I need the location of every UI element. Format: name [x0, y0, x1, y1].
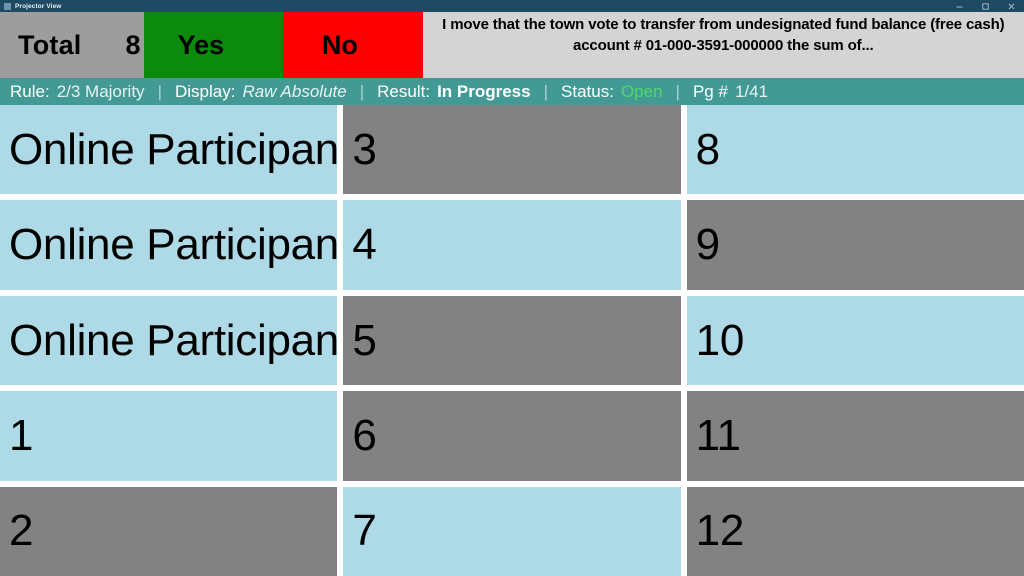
voter-cell-label: 6	[352, 410, 377, 460]
voter-cell-label: Online Participant	[9, 220, 338, 270]
voter-cell-label: 1	[9, 410, 34, 460]
voter-cell[interactable]: 2	[0, 486, 338, 576]
voter-cell-label: Online Participant	[9, 124, 338, 174]
status-state: Status: Open	[561, 82, 663, 102]
window-titlebar: Projector View	[0, 0, 1024, 12]
voter-cell-label: 5	[352, 315, 377, 365]
close-icon[interactable]	[998, 0, 1024, 12]
rule-value: 2/3 Majority	[56, 81, 145, 101]
window-title: Projector View	[15, 2, 62, 10]
voter-cell[interactable]: 3	[343, 105, 681, 195]
voter-cell-label: 3	[352, 124, 377, 174]
display-label: Display:	[174, 81, 236, 101]
yes-panel: Yes	[144, 12, 284, 78]
total-count: 8	[125, 29, 141, 60]
display-value: Raw Absolute	[242, 81, 347, 101]
voter-grid: Online Participant Online Participant Onli…	[0, 105, 1024, 576]
vote-tally-bar: Total 8 Yes No I move that the town vote…	[0, 12, 1024, 78]
status-label: Status:	[561, 81, 614, 101]
status-page: Pg # 1/41	[693, 82, 768, 102]
voter-cell-label: 4	[352, 220, 377, 270]
status-result: Result: In Progress	[377, 82, 530, 102]
status-divider-1: |	[157, 81, 162, 101]
projector-view-window: Projector View Total 8 Yes No I move tha…	[0, 0, 1024, 576]
voter-cell[interactable]: 6	[343, 391, 681, 481]
status-divider-2: |	[359, 81, 365, 101]
voter-cell[interactable]: 9	[686, 200, 1024, 290]
voter-cell[interactable]: Online Participant	[0, 200, 338, 290]
voter-column: 8 9 10 11 12	[686, 105, 1024, 576]
no-panel: No	[283, 12, 423, 78]
voter-cell[interactable]: 7	[343, 486, 681, 576]
voter-cell-label: 12	[695, 506, 745, 556]
voter-cell[interactable]: 1	[0, 391, 338, 481]
motion-text: I move that the town vote to transfer fr…	[442, 16, 1005, 54]
voter-cell[interactable]: Online Participant	[0, 295, 338, 386]
voter-cell[interactable]: 11	[686, 391, 1024, 481]
voter-cell[interactable]: 8	[686, 105, 1024, 195]
voter-cell[interactable]: 12	[686, 486, 1024, 576]
voter-cell-label: 9	[695, 220, 720, 270]
voter-cell-label: 2	[9, 506, 34, 556]
maximize-icon[interactable]	[972, 0, 998, 12]
no-label: No	[321, 29, 358, 60]
result-label: Result:	[377, 81, 431, 101]
status-rule: Rule: 2/3 Majority	[10, 82, 145, 102]
total-label: Total	[18, 29, 82, 60]
app-icon	[4, 2, 11, 10]
voter-cell-label: 10	[695, 315, 745, 365]
status-bar: Rule: 2/3 Majority | Display: Raw Absolu…	[0, 78, 1024, 105]
voter-column: Online Participant Online Participant Onli…	[0, 105, 338, 576]
page-value: 1/41	[734, 81, 769, 101]
status-divider-4: |	[675, 81, 680, 101]
total-panel: Total 8	[0, 12, 145, 78]
voter-cell[interactable]: 4	[343, 200, 681, 290]
voter-cell[interactable]: 5	[343, 295, 681, 386]
voter-cell-label: Online Participant	[9, 315, 338, 365]
voter-cell-label: 7	[352, 506, 377, 556]
motion-panel: I move that the town vote to transfer fr…	[422, 12, 1024, 78]
minimize-icon[interactable]	[946, 0, 972, 12]
yes-label: Yes	[177, 29, 225, 60]
status-badge: Open	[620, 81, 663, 101]
voter-cell[interactable]: 10	[686, 295, 1024, 386]
status-divider-3: |	[543, 81, 549, 101]
voter-cell-label: 11	[695, 410, 741, 460]
status-display: Display: Raw Absolute	[175, 82, 347, 102]
voter-column: 3 4 5 6 7	[343, 105, 681, 576]
voter-cell-label: 8	[695, 124, 720, 174]
voter-cell[interactable]: Online Participant	[0, 105, 338, 195]
result-value: In Progress	[437, 81, 531, 101]
page-label: Pg #	[692, 81, 728, 101]
rule-label: Rule:	[10, 81, 50, 101]
